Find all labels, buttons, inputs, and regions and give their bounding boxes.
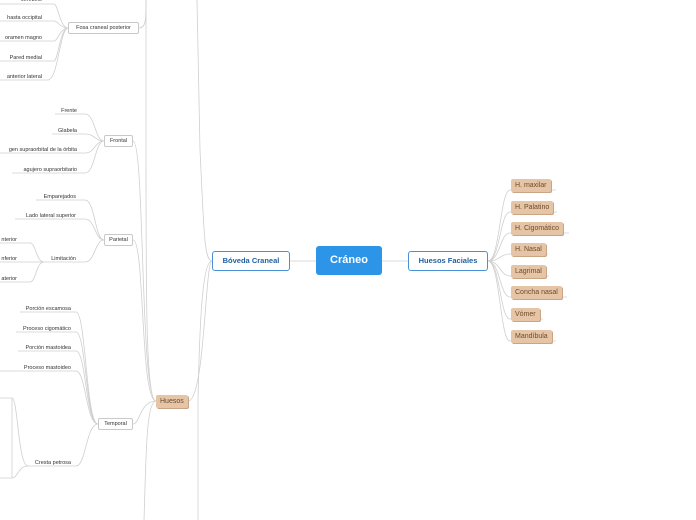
fosa-craneal-node[interactable]: Fosa craneal posterior <box>68 22 139 34</box>
limitacion-item: nferior <box>1 256 17 262</box>
frontal-item: Glabela <box>58 128 77 134</box>
facial-bone-node[interactable]: Vómer <box>511 308 540 321</box>
root-node[interactable]: Cráneo <box>316 246 382 275</box>
frontal-item: gen supraorbital de la órbita <box>8 147 77 153</box>
parietal-item: Lado lateral superior <box>25 213 76 219</box>
temporal-item: Porción mastoidea <box>25 345 71 351</box>
facial-bone-node[interactable]: Lagrimal <box>511 265 546 278</box>
parietal-node[interactable]: Parietal <box>104 234 133 246</box>
parietal-item: Emparejados <box>43 194 76 200</box>
facial-bone-node[interactable]: H. maxilar <box>511 179 551 192</box>
temporal-item: Porción escamosa <box>25 306 71 312</box>
fosa-item: anterior lateral <box>6 74 42 80</box>
boveda-craneal-node[interactable]: Bóveda Craneal <box>212 251 290 271</box>
huesos-faciales-node[interactable]: Huesos Faciales <box>408 251 488 271</box>
temporal-node[interactable]: Temporal <box>98 418 133 430</box>
facial-bone-node[interactable]: H. Palatino <box>511 201 554 214</box>
facial-bone-node[interactable]: Mandíbula <box>511 330 552 343</box>
frontal-node[interactable]: Frontal <box>104 135 133 147</box>
frontal-item: agujero supraorbitario <box>23 167 77 173</box>
temporal-item: Proceso mastoideo <box>23 365 71 371</box>
fosa-item: oramen magno <box>5 35 42 41</box>
temporal-item: Proceso cigomático <box>23 326 71 332</box>
facial-bone-node[interactable]: Concha nasal <box>511 286 562 299</box>
fosa-item: Pared medial <box>9 55 42 61</box>
fosa-item: cerebelo <box>20 0 42 3</box>
huesos-node[interactable]: Huesos <box>156 395 188 408</box>
temporal-item: Cresta petrosa <box>34 460 71 466</box>
limitacion-item: nterior <box>1 237 17 243</box>
limitacion-item: aterior <box>1 276 17 282</box>
facial-bone-node[interactable]: H. Cigomático <box>511 222 563 235</box>
facial-bone-node[interactable]: H. Nasal <box>511 243 546 256</box>
frontal-item: Frente <box>61 108 77 114</box>
fosa-item: hasta occipital <box>7 15 42 21</box>
